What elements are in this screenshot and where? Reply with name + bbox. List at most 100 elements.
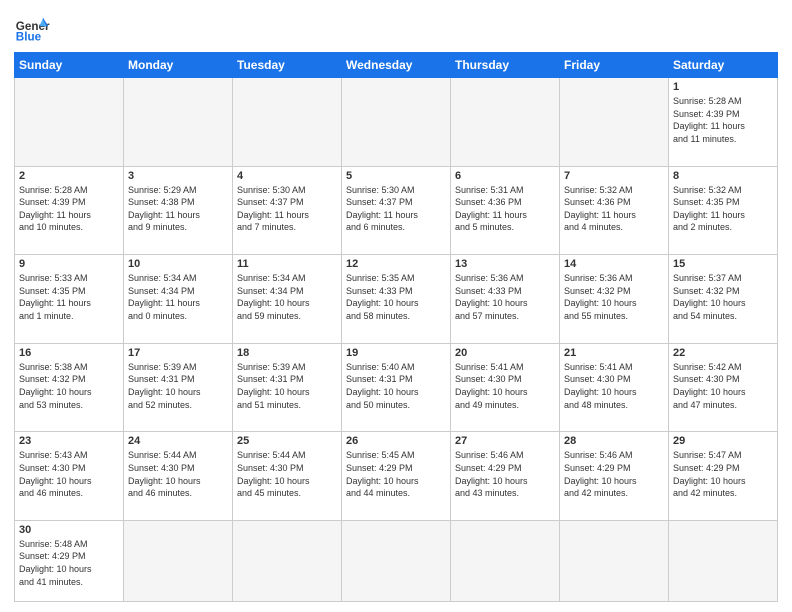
day-info: Sunrise: 5:46 AM Sunset: 4:29 PM Dayligh… xyxy=(455,449,555,499)
day-number: 26 xyxy=(346,435,446,447)
calendar-cell: 8 Sunrise: 5:32 AM Sunset: 4:35 PM Daylig… xyxy=(669,166,778,255)
day-number: 6 xyxy=(455,170,555,182)
weekday-header-tuesday: Tuesday xyxy=(233,53,342,78)
day-info: Sunrise: 5:29 AM Sunset: 4:38 PM Dayligh… xyxy=(128,184,228,234)
day-info: Sunrise: 5:32 AM Sunset: 4:35 PM Dayligh… xyxy=(673,184,773,234)
day-number: 2 xyxy=(19,170,119,182)
calendar-cell: 24 Sunrise: 5:44 AM Sunset: 4:30 PM Dayli… xyxy=(124,432,233,521)
day-info: Sunrise: 5:46 AM Sunset: 4:29 PM Dayligh… xyxy=(564,449,664,499)
day-number: 29 xyxy=(673,435,773,447)
calendar-cell xyxy=(342,520,451,601)
day-info: Sunrise: 5:28 AM Sunset: 4:39 PM Dayligh… xyxy=(19,184,119,234)
svg-text:Blue: Blue xyxy=(16,31,42,44)
day-number: 16 xyxy=(19,347,119,359)
calendar-cell: 7 Sunrise: 5:32 AM Sunset: 4:36 PM Daylig… xyxy=(560,166,669,255)
day-number: 21 xyxy=(564,347,664,359)
calendar-cell: 27 Sunrise: 5:46 AM Sunset: 4:29 PM Dayli… xyxy=(451,432,560,521)
day-info: Sunrise: 5:43 AM Sunset: 4:30 PM Dayligh… xyxy=(19,449,119,499)
day-info: Sunrise: 5:32 AM Sunset: 4:36 PM Dayligh… xyxy=(564,184,664,234)
day-number: 17 xyxy=(128,347,228,359)
calendar-cell: 22 Sunrise: 5:42 AM Sunset: 4:30 PM Dayli… xyxy=(669,343,778,432)
day-info: Sunrise: 5:31 AM Sunset: 4:36 PM Dayligh… xyxy=(455,184,555,234)
logo-icon: General Blue xyxy=(14,10,50,46)
day-number: 3 xyxy=(128,170,228,182)
day-number: 23 xyxy=(19,435,119,447)
page: General Blue SundayMondayTuesdayWednesda… xyxy=(0,0,792,612)
day-number: 27 xyxy=(455,435,555,447)
day-info: Sunrise: 5:34 AM Sunset: 4:34 PM Dayligh… xyxy=(128,272,228,322)
day-number: 4 xyxy=(237,170,337,182)
calendar-cell xyxy=(451,78,560,167)
day-number: 11 xyxy=(237,258,337,270)
day-number: 25 xyxy=(237,435,337,447)
day-info: Sunrise: 5:35 AM Sunset: 4:33 PM Dayligh… xyxy=(346,272,446,322)
day-number: 7 xyxy=(564,170,664,182)
calendar-cell: 9 Sunrise: 5:33 AM Sunset: 4:35 PM Daylig… xyxy=(15,255,124,344)
day-info: Sunrise: 5:45 AM Sunset: 4:29 PM Dayligh… xyxy=(346,449,446,499)
day-number: 20 xyxy=(455,347,555,359)
calendar-cell: 13 Sunrise: 5:36 AM Sunset: 4:33 PM Dayli… xyxy=(451,255,560,344)
calendar-cell xyxy=(233,520,342,601)
day-number: 14 xyxy=(564,258,664,270)
calendar-cell: 23 Sunrise: 5:43 AM Sunset: 4:30 PM Dayli… xyxy=(15,432,124,521)
calendar-cell: 21 Sunrise: 5:41 AM Sunset: 4:30 PM Dayli… xyxy=(560,343,669,432)
calendar-cell xyxy=(669,520,778,601)
calendar-cell: 6 Sunrise: 5:31 AM Sunset: 4:36 PM Daylig… xyxy=(451,166,560,255)
calendar-cell: 16 Sunrise: 5:38 AM Sunset: 4:32 PM Dayli… xyxy=(15,343,124,432)
calendar-cell: 1 Sunrise: 5:28 AM Sunset: 4:39 PM Daylig… xyxy=(669,78,778,167)
day-info: Sunrise: 5:40 AM Sunset: 4:31 PM Dayligh… xyxy=(346,361,446,411)
calendar-cell xyxy=(342,78,451,167)
calendar-cell: 28Sunrise: 5:46 AM Sunset: 4:29 PM Dayli… xyxy=(560,432,669,521)
day-number: 18 xyxy=(237,347,337,359)
day-info: Sunrise: 5:33 AM Sunset: 4:35 PM Dayligh… xyxy=(19,272,119,322)
day-info: Sunrise: 5:30 AM Sunset: 4:37 PM Dayligh… xyxy=(346,184,446,234)
day-info: Sunrise: 5:36 AM Sunset: 4:32 PM Dayligh… xyxy=(564,272,664,322)
day-number: 9 xyxy=(19,258,119,270)
calendar-cell: 26 Sunrise: 5:45 AM Sunset: 4:29 PM Dayli… xyxy=(342,432,451,521)
day-number: 15 xyxy=(673,258,773,270)
day-number: 13 xyxy=(455,258,555,270)
calendar-cell: 4 Sunrise: 5:30 AM Sunset: 4:37 PM Daylig… xyxy=(233,166,342,255)
day-number: 22 xyxy=(673,347,773,359)
day-info: Sunrise: 5:34 AM Sunset: 4:34 PM Dayligh… xyxy=(237,272,337,322)
calendar-cell: 17Sunrise: 5:39 AM Sunset: 4:31 PM Dayli… xyxy=(124,343,233,432)
day-info: Sunrise: 5:37 AM Sunset: 4:32 PM Dayligh… xyxy=(673,272,773,322)
day-info: Sunrise: 5:44 AM Sunset: 4:30 PM Dayligh… xyxy=(237,449,337,499)
calendar-cell: 14 Sunrise: 5:36 AM Sunset: 4:32 PM Dayli… xyxy=(560,255,669,344)
day-info: Sunrise: 5:30 AM Sunset: 4:37 PM Dayligh… xyxy=(237,184,337,234)
day-number: 12 xyxy=(346,258,446,270)
weekday-header-sunday: Sunday xyxy=(15,53,124,78)
calendar-cell: 3 Sunrise: 5:29 AM Sunset: 4:38 PM Daylig… xyxy=(124,166,233,255)
calendar-table: SundayMondayTuesdayWednesdayThursdayFrid… xyxy=(14,52,778,602)
logo: General Blue xyxy=(14,10,50,46)
calendar-cell: 25 Sunrise: 5:44 AM Sunset: 4:30 PM Dayli… xyxy=(233,432,342,521)
day-info: Sunrise: 5:41 AM Sunset: 4:30 PM Dayligh… xyxy=(564,361,664,411)
day-info: Sunrise: 5:38 AM Sunset: 4:32 PM Dayligh… xyxy=(19,361,119,411)
calendar-cell: 30Sunrise: 5:48 AM Sunset: 4:29 PM Dayli… xyxy=(15,520,124,601)
day-info: Sunrise: 5:47 AM Sunset: 4:29 PM Dayligh… xyxy=(673,449,773,499)
calendar-cell: 18 Sunrise: 5:39 AM Sunset: 4:31 PM Dayli… xyxy=(233,343,342,432)
day-number: 8 xyxy=(673,170,773,182)
day-info: Sunrise: 5:44 AM Sunset: 4:30 PM Dayligh… xyxy=(128,449,228,499)
day-info: Sunrise: 5:39 AM Sunset: 4:31 PM Dayligh… xyxy=(237,361,337,411)
day-info: Sunrise: 5:42 AM Sunset: 4:30 PM Dayligh… xyxy=(673,361,773,411)
calendar-cell: 15 Sunrise: 5:37 AM Sunset: 4:32 PM Dayli… xyxy=(669,255,778,344)
day-number: 1 xyxy=(673,81,773,93)
day-info: Sunrise: 5:48 AM Sunset: 4:29 PM Dayligh… xyxy=(19,538,119,588)
day-number: 24 xyxy=(128,435,228,447)
day-number: 5 xyxy=(346,170,446,182)
calendar-cell xyxy=(124,520,233,601)
calendar-cell: 5 Sunrise: 5:30 AM Sunset: 4:37 PM Daylig… xyxy=(342,166,451,255)
calendar-cell: 19 Sunrise: 5:40 AM Sunset: 4:31 PM Dayli… xyxy=(342,343,451,432)
calendar-cell xyxy=(451,520,560,601)
weekday-header-thursday: Thursday xyxy=(451,53,560,78)
day-number: 19 xyxy=(346,347,446,359)
day-info: Sunrise: 5:28 AM Sunset: 4:39 PM Dayligh… xyxy=(673,95,773,145)
calendar-cell xyxy=(560,78,669,167)
calendar-cell xyxy=(124,78,233,167)
day-info: Sunrise: 5:36 AM Sunset: 4:33 PM Dayligh… xyxy=(455,272,555,322)
calendar-cell: 29 Sunrise: 5:47 AM Sunset: 4:29 PM Dayli… xyxy=(669,432,778,521)
calendar-cell: 2 Sunrise: 5:28 AM Sunset: 4:39 PM Daylig… xyxy=(15,166,124,255)
header: General Blue xyxy=(14,10,778,46)
day-info: Sunrise: 5:41 AM Sunset: 4:30 PM Dayligh… xyxy=(455,361,555,411)
